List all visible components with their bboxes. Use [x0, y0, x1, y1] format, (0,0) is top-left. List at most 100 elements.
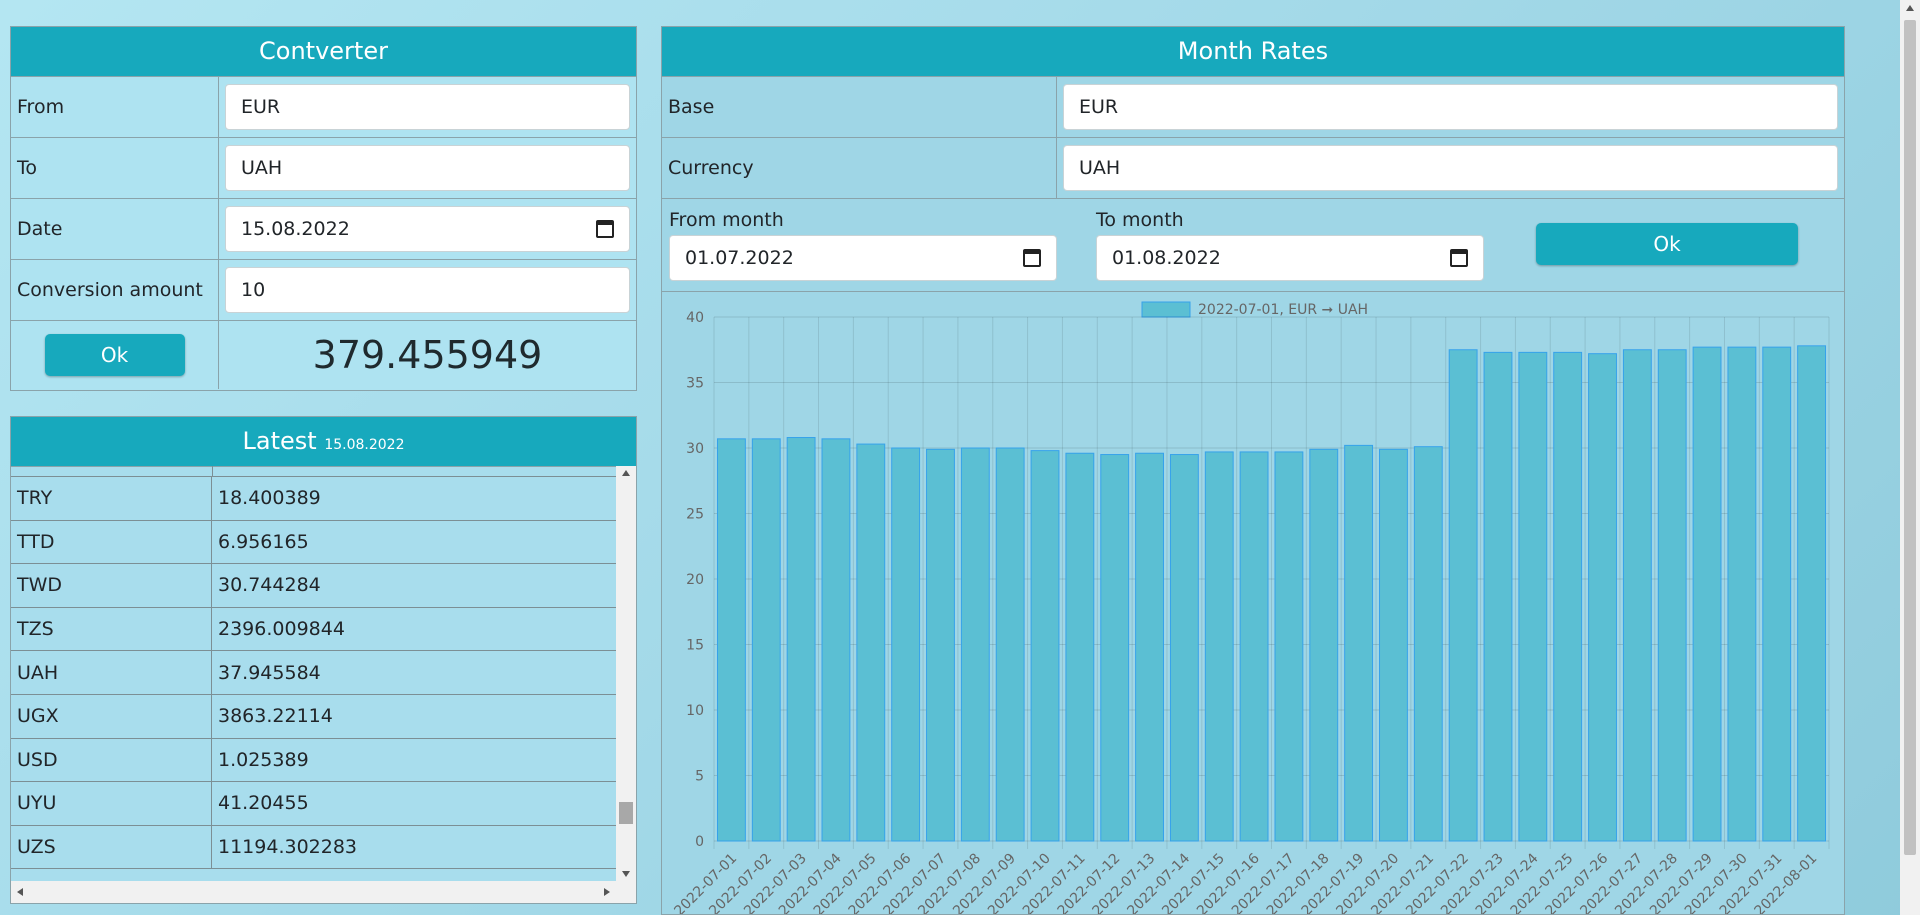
- to-label: To: [11, 138, 219, 198]
- calendar-icon[interactable]: [596, 220, 614, 238]
- base-row: Base EUR: [662, 77, 1844, 138]
- converter-title: Contverter: [11, 27, 636, 77]
- currency-rate: 30.744284: [218, 574, 321, 597]
- amount-row: Conversion amount 10: [11, 260, 636, 321]
- from-row: From EUR: [11, 77, 636, 138]
- month-rates-title: Month Rates: [662, 27, 1844, 77]
- bar: [786, 437, 816, 842]
- latest-title: Latest: [242, 427, 317, 455]
- amount-input[interactable]: 10: [225, 267, 630, 313]
- bar: [995, 447, 1025, 842]
- scroll-thumb[interactable]: [619, 802, 633, 824]
- latest-date: 15.08.2022: [324, 437, 405, 453]
- bar: [1727, 346, 1757, 842]
- currency-rate: 37.945584: [218, 661, 321, 684]
- convert-ok-button[interactable]: Ok: [44, 334, 185, 376]
- page-scrollbar[interactable]: [1900, 0, 1920, 915]
- bar: [891, 447, 921, 842]
- bar: [1135, 452, 1164, 842]
- to-month-input[interactable]: 01.08.2022: [1096, 235, 1484, 281]
- table-row: UGX 3863.22114: [11, 694, 616, 739]
- base-input[interactable]: EUR: [1063, 84, 1838, 130]
- bar: [1518, 351, 1548, 842]
- bar: [1797, 345, 1827, 842]
- y-tick-label: 5: [695, 769, 704, 785]
- bar: [1448, 349, 1478, 842]
- month-rates-ok-button[interactable]: Ok: [1536, 223, 1798, 265]
- currency-rate: 3863.22114: [218, 705, 333, 728]
- bar: [1239, 451, 1269, 842]
- bar: [1657, 349, 1687, 842]
- horizontal-scrollbar[interactable]: [11, 881, 636, 903]
- bar: [1413, 446, 1443, 842]
- y-tick-label: 10: [686, 703, 704, 719]
- currency-row: Currency UAH: [662, 138, 1844, 199]
- month-range-row: From month 01.07.2022 To month 01.08.202…: [662, 199, 1844, 292]
- amount-label: Conversion amount: [11, 260, 219, 320]
- currency-code: TZS: [11, 607, 212, 651]
- calendar-icon[interactable]: [1023, 249, 1041, 267]
- currency-rate: 1.025389: [218, 748, 309, 771]
- latest-panel: Latest 15.08.2022 TRY 18.400389 TTD 6.95616…: [10, 416, 637, 904]
- y-tick-label: 30: [686, 441, 704, 457]
- to-input[interactable]: UAH: [225, 145, 630, 191]
- vertical-scrollbar[interactable]: [616, 466, 636, 881]
- table-row: USD 1.025389: [11, 738, 616, 783]
- y-tick-label: 25: [686, 507, 704, 523]
- page-scroll-thumb[interactable]: [1904, 20, 1916, 855]
- bar: [1344, 444, 1374, 842]
- bar: [960, 447, 990, 842]
- from-input[interactable]: EUR: [225, 84, 630, 130]
- latest-header: Latest 15.08.2022: [11, 417, 636, 467]
- date-input-value: 15.08.2022: [241, 218, 350, 240]
- currency-rate: 6.956165: [218, 530, 309, 553]
- y-tick-label: 20: [686, 572, 704, 588]
- from-month-label: From month: [669, 209, 784, 231]
- bar: [1692, 346, 1722, 842]
- bar: [1622, 349, 1652, 842]
- bar: [821, 438, 851, 842]
- converter-panel: Contverter From EUR To UAH Date 15.08.20…: [10, 26, 637, 391]
- currency-input[interactable]: UAH: [1063, 145, 1838, 191]
- currency-code: TTD: [11, 520, 212, 564]
- currency-rate: 11194.302283: [218, 836, 358, 859]
- y-tick-label: 0: [695, 834, 704, 850]
- table-row: UYU 41.20455: [11, 782, 616, 826]
- to-row: To UAH: [11, 138, 636, 199]
- currency-code: UYU: [11, 782, 212, 825]
- table-row: TWD 30.744284: [11, 564, 616, 608]
- from-month-input[interactable]: 01.07.2022: [669, 235, 1057, 281]
- from-month-value: 01.07.2022: [685, 247, 794, 269]
- bar: [1030, 450, 1060, 842]
- bar: [856, 443, 886, 842]
- latest-table[interactable]: TRY 18.400389 TTD 6.956165 TWD 30.744284 TZS 23…: [11, 466, 636, 903]
- bar: [1274, 451, 1304, 842]
- legend-label: 2022-07-01, EUR ➞ UAH: [1198, 302, 1368, 318]
- scroll-down-icon[interactable]: [622, 871, 630, 877]
- scroll-left-icon[interactable]: [17, 888, 23, 896]
- date-label: Date: [11, 199, 219, 259]
- table-row: TTD 6.956165: [11, 520, 616, 565]
- conversion-result: 379.455949: [312, 333, 543, 377]
- currency-label: Currency: [662, 138, 1057, 198]
- table-row: UAH 37.945584: [11, 651, 616, 695]
- base-input-value: EUR: [1079, 96, 1119, 118]
- bar: [1762, 346, 1792, 842]
- table-row: TRY 18.400389: [11, 477, 616, 521]
- bar: [716, 438, 746, 842]
- calendar-icon[interactable]: [1450, 249, 1468, 267]
- bar: [1169, 454, 1199, 842]
- bar: [1100, 454, 1130, 842]
- date-input[interactable]: 15.08.2022: [225, 206, 630, 252]
- bar: [1309, 448, 1339, 842]
- currency-code: UAH: [11, 651, 212, 694]
- bar: [926, 448, 955, 842]
- scroll-up-icon[interactable]: [1906, 5, 1914, 11]
- ok-cell: Ok: [11, 321, 219, 389]
- scroll-right-icon[interactable]: [604, 888, 610, 896]
- to-input-value: UAH: [241, 157, 283, 179]
- scroll-up-icon[interactable]: [622, 470, 630, 476]
- from-label: From: [11, 77, 219, 137]
- bar: [1588, 353, 1617, 842]
- table-row: UZS 11194.302283: [11, 825, 616, 870]
